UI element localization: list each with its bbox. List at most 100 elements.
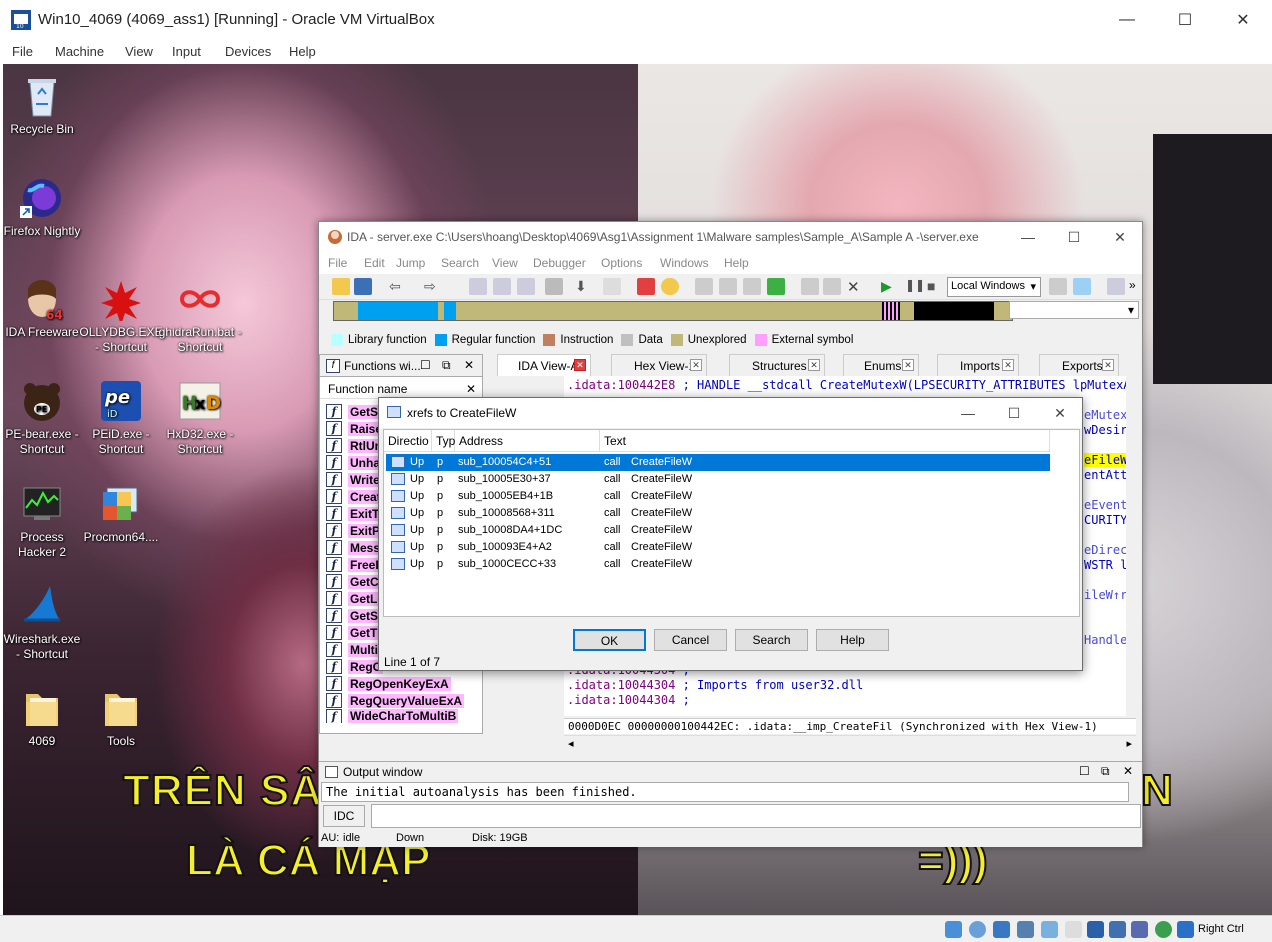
desktop-icon-procmon[interactable]: Procmon64....	[79, 482, 163, 545]
ida-menu-view[interactable]: View	[492, 256, 518, 270]
list-icon[interactable]	[1107, 278, 1125, 295]
function-item[interactable]: f ExitP	[326, 522, 383, 539]
desktop-icon-peid[interactable]: pe iD PEiD.exe - Shortcut	[79, 379, 163, 457]
tool-icon[interactable]	[801, 278, 819, 295]
function-item[interactable]: f Write	[326, 471, 382, 488]
display-icon[interactable]	[1087, 921, 1104, 938]
play-icon[interactable]: ▶	[881, 278, 899, 295]
close-icon[interactable]: ✕	[466, 382, 476, 396]
binary-icon[interactable]	[517, 278, 535, 295]
recording-icon[interactable]	[1109, 921, 1126, 938]
forward-arrow-icon[interactable]: ⇨	[424, 278, 442, 295]
xref-row[interactable]: Up p sub_100093E4+A2 call CreateFileW	[386, 539, 1050, 556]
close-icon[interactable]: ✕	[690, 359, 702, 371]
ida-menu-help[interactable]: Help	[724, 256, 749, 270]
menu-file[interactable]: File	[12, 44, 33, 59]
usb-icon[interactable]	[1041, 921, 1058, 938]
search-icon[interactable]	[603, 278, 621, 295]
desktop-icon-folder-tools[interactable]: Tools	[79, 686, 163, 749]
function-item[interactable]: f WideCharToMultiB	[326, 709, 459, 723]
search-button[interactable]: Search	[735, 629, 808, 651]
segment-icon[interactable]	[695, 278, 713, 295]
delete-icon[interactable]: ✕	[847, 278, 865, 296]
ida-close-button[interactable]: ✕	[1097, 222, 1143, 252]
minimize-button[interactable]: —	[1098, 0, 1156, 40]
ida-menu-debugger[interactable]: Debugger	[533, 256, 586, 270]
close-icon[interactable]: ✕	[574, 359, 586, 371]
desktop-icon-ghidra[interactable]: ghidraRun.bat - Shortcut	[158, 277, 242, 355]
help-button[interactable]: Help	[816, 629, 889, 651]
function-item[interactable]: f ExitT	[326, 505, 382, 522]
ida-menu-options[interactable]: Options	[601, 256, 642, 270]
mouse-integration-icon[interactable]	[1155, 921, 1172, 938]
desktop-icon-pe-bear[interactable]: PE PE-bear.exe - Shortcut	[3, 379, 84, 457]
desktop-icon-ida-freeware[interactable]: 64 IDA Freeware	[3, 277, 84, 340]
xref-row[interactable]: Up p sub_10008DA4+1DC call CreateFileW	[386, 522, 1050, 539]
function-item[interactable]: f Creat	[326, 488, 383, 505]
xrefs-close-button[interactable]: ✕	[1037, 398, 1083, 428]
ida-maximize-button[interactable]: ☐	[1051, 222, 1097, 252]
hard-disk-icon[interactable]	[945, 921, 962, 938]
shared-folders-icon[interactable]	[1065, 921, 1082, 938]
attach-icon[interactable]	[1073, 278, 1091, 295]
tab-imports[interactable]: Imports ✕	[937, 354, 1019, 376]
virtualization-icon[interactable]	[1131, 921, 1148, 938]
function-item[interactable]: f FreeL	[326, 556, 385, 573]
restore-icon[interactable]: ⧉	[442, 358, 451, 373]
ok-button[interactable]: OK	[573, 629, 646, 651]
function-item[interactable]: f GetTi	[326, 624, 383, 641]
close-icon[interactable]: ✕	[902, 359, 914, 371]
graph-icon[interactable]	[661, 278, 679, 295]
warning-icon[interactable]	[637, 278, 655, 295]
tab-structures[interactable]: Structures ✕	[729, 354, 825, 376]
function-item[interactable]: f Unha	[326, 454, 382, 471]
host-key-arrow-icon[interactable]	[1177, 921, 1194, 938]
function-item[interactable]: f RegOpenKeyExA	[326, 675, 451, 692]
ida-menu-search[interactable]: Search	[441, 256, 479, 270]
function-item[interactable]: f RegC	[326, 658, 384, 675]
menu-devices[interactable]: Devices	[225, 44, 271, 59]
xref-row[interactable]: Up p sub_10005E30+37 call CreateFileW	[386, 471, 1050, 488]
segment-icon[interactable]	[719, 278, 737, 295]
plugin-icon[interactable]	[767, 278, 785, 295]
close-button[interactable]: ✕	[1214, 0, 1272, 40]
ida-menu-windows[interactable]: Windows	[660, 256, 709, 270]
close-icon[interactable]: ✕	[1123, 764, 1133, 778]
binary-icon[interactable]	[469, 278, 487, 295]
desktop-icon-ollydbg[interactable]: OLLYDBG.EXE - Shortcut	[79, 277, 163, 355]
network-icon[interactable]	[1017, 921, 1034, 938]
open-icon[interactable]	[332, 278, 350, 295]
save-icon[interactable]	[354, 278, 372, 295]
xref-row[interactable]: Up p sub_1000CECC+33 call CreateFileW	[386, 556, 1050, 573]
debugger-select[interactable]: Local Windows ▾	[947, 277, 1041, 297]
code-horizontal-scrollbar[interactable]: ◂ ▸	[564, 735, 1136, 753]
maximize-button[interactable]: ☐	[1156, 0, 1214, 40]
menu-view[interactable]: View	[125, 44, 153, 59]
column-header-address[interactable]: Address	[455, 430, 600, 452]
restore-icon[interactable]: ⧉	[1101, 764, 1110, 779]
cancel-button[interactable]: Cancel	[654, 629, 727, 651]
tab-hex-view[interactable]: Hex View-1 ✕	[611, 354, 707, 376]
ida-minimize-button[interactable]: —	[1005, 222, 1051, 252]
desktop-icon-process-hacker[interactable]: Process Hacker 2	[3, 482, 84, 560]
debug-options-icon[interactable]	[1049, 278, 1067, 295]
column-header-type[interactable]: Typ	[432, 430, 455, 452]
desktop-icon-hxd[interactable]: HxD HxD32.exe - Shortcut	[158, 379, 242, 457]
scroll-left-icon[interactable]: ◂	[568, 737, 574, 750]
navigation-band[interactable]	[333, 301, 1013, 321]
xrefs-maximize-button[interactable]: ☐	[991, 398, 1037, 428]
close-icon[interactable]: ✕	[464, 358, 474, 372]
edit-icon[interactable]	[823, 278, 841, 295]
menu-machine[interactable]: Machine	[55, 44, 104, 59]
back-arrow-icon[interactable]: ⇦	[389, 278, 407, 295]
menu-input[interactable]: Input	[172, 44, 201, 59]
column-header-direction[interactable]: Directio	[384, 430, 432, 452]
function-item[interactable]: f GetSt	[326, 403, 385, 420]
stop-icon[interactable]: ■	[927, 278, 945, 295]
xref-row[interactable]: Up p sub_10005EB4+1B call CreateFileW	[386, 488, 1050, 505]
function-item[interactable]: f RtlUn	[326, 437, 384, 454]
jump-icon[interactable]	[545, 278, 563, 295]
desktop-icon-wireshark[interactable]: Wireshark.exe - Shortcut	[3, 584, 84, 662]
xref-row[interactable]: Up p sub_100054C4+51 call CreateFileW	[386, 454, 1050, 471]
float-icon[interactable]: ☐	[420, 358, 431, 372]
